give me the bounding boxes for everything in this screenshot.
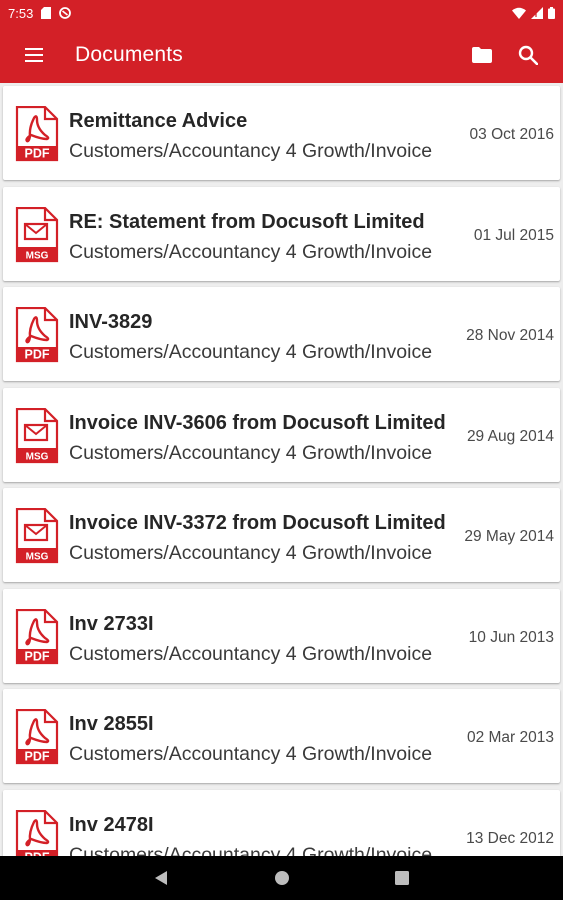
folder-icon[interactable] (459, 35, 505, 75)
document-date: 01 Jul 2015 (473, 226, 554, 244)
document-list-item[interactable]: PDF Inv 2855I Customers/Accountancy 4 Grow… (3, 689, 560, 783)
home-icon[interactable] (272, 868, 292, 888)
svg-text:MSG: MSG (26, 250, 49, 261)
wifi-icon (512, 7, 526, 19)
menu-icon[interactable] (22, 43, 46, 67)
pdf-file-icon: PDF (15, 809, 59, 856)
svg-text:PDF: PDF (25, 750, 50, 764)
msg-file-icon: MSG (15, 507, 59, 564)
svg-text:MSG: MSG (26, 451, 49, 462)
document-list-item[interactable]: PDF Remittance Advice Customers/Accountanc… (3, 86, 560, 180)
document-name: RE: Statement from Docusoft Limited (69, 210, 425, 233)
document-date: 13 Dec 2012 (466, 829, 554, 847)
app-bar-actions (459, 35, 551, 75)
document-name: Remittance Advice (69, 110, 248, 132)
document-list-item[interactable]: PDF INV-3829 Customers/Accountancy 4 Growt… (3, 287, 560, 381)
pdf-file-icon: PDF (15, 708, 59, 765)
svg-text:PDF: PDF (25, 147, 50, 161)
status-bar: 7:53 (0, 0, 563, 26)
document-path: Customers/Accountancy 4 Growth/Invoice (69, 341, 433, 363)
document-name: INV-3829 (69, 311, 153, 333)
msg-file-icon: MSG (15, 407, 59, 464)
pdf-file-icon: PDF (15, 608, 59, 665)
document-date: 10 Jun 2013 (468, 628, 554, 646)
document-list-item[interactable]: MSG RE: Statement from Docusoft Limited Cu… (3, 186, 560, 281)
document-name: Invoice INV-3606 from Docusoft Limited (69, 411, 446, 434)
svg-text:PDF: PDF (25, 649, 50, 663)
document-name: Inv 2478I (69, 813, 154, 836)
document-name: Invoice INV-3372 from Docusoft Limited (69, 512, 446, 534)
document-path: Customers/Accountancy 4 Growth/Invoice (69, 542, 433, 564)
status-time: 7:53 (8, 5, 34, 21)
document-list[interactable]: PDF Remittance Advice Customers/Accountanc… (0, 83, 563, 856)
document-path: Customers/Accountancy 4 Growth/Invoice (69, 642, 433, 665)
document-date: 28 Nov 2014 (466, 327, 554, 344)
app-bar: Documents (0, 26, 563, 83)
document-date: 02 Mar 2013 (466, 729, 554, 746)
document-date: 29 May 2014 (464, 528, 554, 545)
document-path: Customers/Accountancy 4 Growth/Invoice (69, 441, 433, 464)
document-name: Inv 2733I (69, 612, 154, 635)
document-date: 29 Aug 2014 (466, 427, 554, 445)
document-path: Customers/Accountancy 4 Growth/Invoice (69, 843, 433, 857)
document-path: Customers/Accountancy 4 Growth/Invoice (69, 743, 433, 765)
document-path: Customers/Accountancy 4 Growth/Invoice (69, 140, 433, 162)
recents-icon[interactable] (392, 868, 412, 888)
document-path: Customers/Accountancy 4 Growth/Invoice (69, 240, 433, 263)
status-bar-right (512, 7, 555, 19)
document-list-item[interactable]: MSG Invoice INV-3372 from Docusoft Limite… (3, 488, 560, 582)
pdf-file-icon: PDF (15, 306, 59, 363)
document-name: Inv 2855I (69, 713, 154, 735)
search-icon[interactable] (505, 35, 551, 75)
back-icon[interactable] (151, 868, 171, 888)
svg-text:MSG: MSG (26, 552, 49, 563)
document-list-item[interactable]: PDF Inv 2733I Customers/Accountancy 4 Grow… (3, 588, 560, 683)
svg-text:PDF: PDF (25, 348, 50, 362)
document-list-item[interactable]: PDF Inv 2478I Customers/Accountancy 4 Grow… (3, 789, 560, 857)
page-title: Documents (75, 42, 184, 66)
msg-file-icon: MSG (15, 206, 59, 263)
document-date: 03 Oct 2016 (469, 126, 554, 143)
document-list-item[interactable]: MSG Invoice INV-3606 from Docusoft Limite… (3, 387, 560, 482)
sd-card-icon (41, 7, 52, 19)
status-bar-left: 7:53 (8, 5, 72, 21)
pdf-file-icon: PDF (15, 105, 59, 162)
signal-icon (531, 7, 543, 19)
battery-icon (548, 7, 555, 19)
navigation-bar (0, 856, 563, 900)
sync-icon (59, 7, 72, 19)
